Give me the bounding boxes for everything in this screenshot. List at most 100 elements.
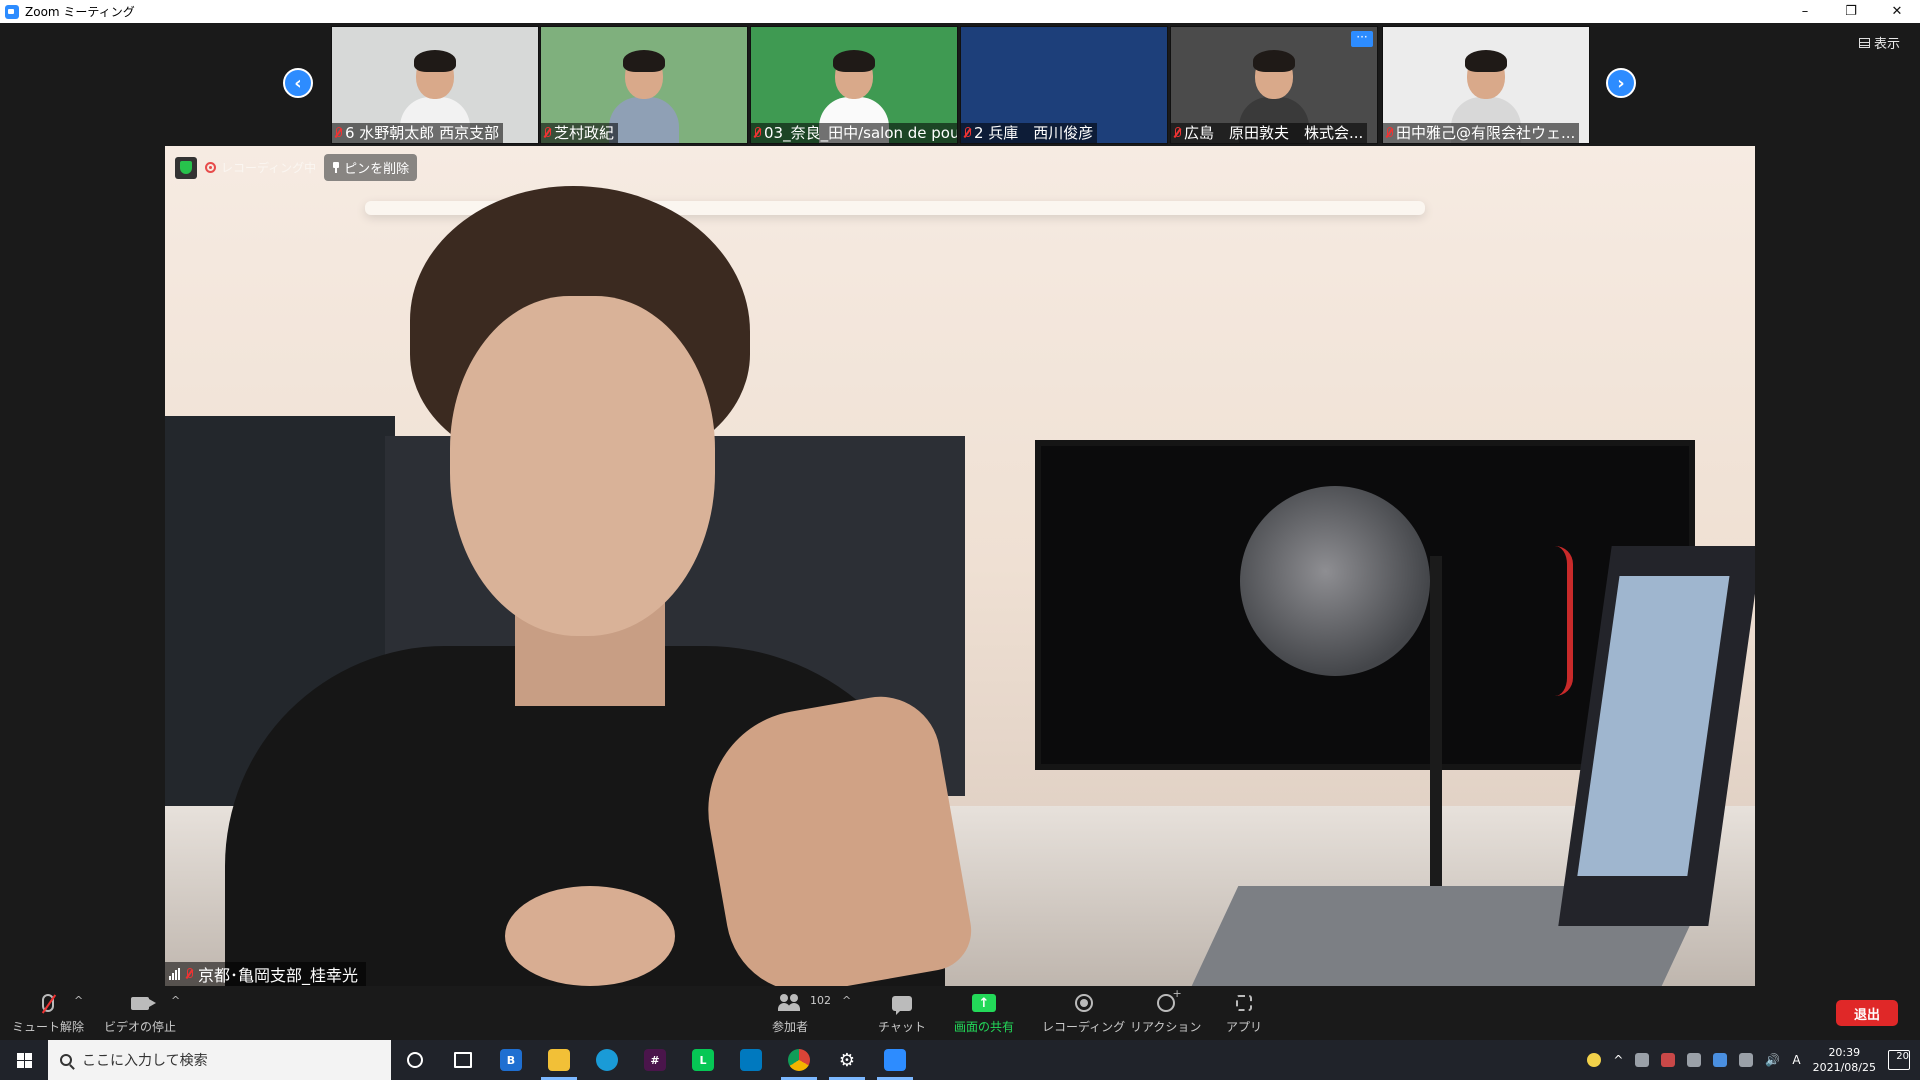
recording-label: レコーディング中 bbox=[221, 161, 317, 175]
view-grid-icon bbox=[1858, 37, 1870, 48]
chat-button[interactable]: チャット bbox=[878, 992, 926, 1035]
line-app-icon[interactable]: L bbox=[679, 1040, 727, 1080]
muted-mic-icon bbox=[753, 126, 761, 140]
main-speaker-video[interactable]: レコーディング中 ピンを削除 京都･亀岡支部_桂幸光 bbox=[165, 146, 1755, 986]
trello-icon[interactable] bbox=[727, 1040, 775, 1080]
security-shield-icon[interactable] bbox=[175, 156, 197, 179]
stop-video-label: ビデオの停止 bbox=[104, 1020, 177, 1034]
record-label: レコーディング bbox=[1042, 1020, 1126, 1034]
ime-indicator[interactable]: A bbox=[1792, 1053, 1800, 1067]
share-screen-icon: ↑ bbox=[972, 994, 996, 1012]
network-icon[interactable] bbox=[1687, 1053, 1702, 1067]
close-button[interactable]: ✕ bbox=[1874, 0, 1920, 23]
participant-name: 広島 原田敦夫 株式会... bbox=[1184, 124, 1364, 142]
ebook-app-icon[interactable]: B bbox=[487, 1040, 535, 1080]
mic-stand bbox=[1430, 556, 1442, 886]
recording-dot-icon bbox=[205, 162, 216, 173]
participant-tile[interactable]: 03_奈良_田中/salon de pou... bbox=[750, 26, 958, 144]
participant-name: 6 水野朝太郎 西京支部 bbox=[345, 124, 500, 142]
participant-name: 03_奈良_田中/salon de pou... bbox=[764, 124, 958, 142]
task-view-button[interactable] bbox=[439, 1040, 487, 1080]
apps-label: アプリ bbox=[1226, 1020, 1263, 1034]
prev-page-button[interactable]: ‹ bbox=[283, 68, 313, 98]
participant-name-tag: 芝村政紀 bbox=[541, 123, 619, 143]
taskbar-clock[interactable]: 20:39 2021/08/25 bbox=[1813, 1045, 1876, 1075]
edge-browser-icon[interactable] bbox=[583, 1040, 631, 1080]
leave-meeting-button[interactable]: 退出 bbox=[1836, 1000, 1898, 1026]
windows-start-button[interactable] bbox=[0, 1040, 48, 1080]
slack-icon[interactable]: # bbox=[631, 1040, 679, 1080]
tray-security-icon[interactable] bbox=[1661, 1053, 1676, 1067]
show-hidden-icons-chevron[interactable]: ^ bbox=[1613, 1053, 1623, 1067]
participant-name: 田中雅己@有限会社ウェ... bbox=[1396, 124, 1576, 142]
mic-muted-icon bbox=[42, 994, 54, 1012]
share-screen-button[interactable]: ↑ 画面の共有 bbox=[954, 992, 1014, 1035]
participant-video bbox=[609, 50, 679, 143]
window-title: Zoom ミーティング bbox=[25, 5, 135, 19]
tray-app-icon[interactable] bbox=[1635, 1053, 1650, 1067]
apps-button[interactable]: アプリ bbox=[1226, 992, 1262, 1035]
volume-icon[interactable]: 🔊 bbox=[1765, 1053, 1780, 1067]
audio-options-caret[interactable]: ^ bbox=[74, 994, 83, 1007]
video-options-caret[interactable]: ^ bbox=[171, 994, 180, 1007]
speaker-figure bbox=[195, 186, 1195, 986]
apps-icon bbox=[1236, 995, 1252, 1011]
window-titlebar: Zoom ミーティング – ❐ ✕ bbox=[0, 0, 1920, 23]
participant-name-tag: 広島 原田敦夫 株式会... bbox=[1171, 123, 1368, 143]
view-button[interactable]: 表示 bbox=[1858, 33, 1900, 52]
meeting-toolbar: ミュート解除 ^ ビデオの停止 ^ 参加者 102 ^ チャット ↑ 画面の共有… bbox=[0, 987, 1920, 1040]
reactions-button[interactable]: リアクション bbox=[1130, 987, 1202, 1035]
participant-tile[interactable]: 芝村政紀 bbox=[540, 26, 748, 144]
battery-icon[interactable] bbox=[1739, 1053, 1754, 1067]
participant-tile[interactable]: 2 兵庫 西川俊彦 bbox=[960, 26, 1168, 144]
windows-taskbar: ここに入力して検索 B # L ⚙ ^ 🔊 A 20:39 2021/08/25… bbox=[0, 1040, 1920, 1080]
next-page-button[interactable]: › bbox=[1606, 68, 1636, 98]
clock-time: 20:39 bbox=[1828, 1046, 1861, 1059]
minimize-button[interactable]: – bbox=[1782, 0, 1828, 23]
participant-tile[interactable]: 田中雅己@有限会社ウェ... bbox=[1382, 26, 1590, 144]
participant-tile[interactable]: ··· 広島 原田敦夫 株式会... bbox=[1170, 26, 1378, 144]
muted-mic-icon bbox=[1173, 126, 1181, 140]
cortana-button[interactable] bbox=[391, 1040, 439, 1080]
pin-icon bbox=[332, 162, 340, 173]
speaker-name-tag: 京都･亀岡支部_桂幸光 bbox=[165, 962, 367, 986]
participants-button[interactable]: 参加者 bbox=[772, 992, 808, 1035]
recording-indicator: レコーディング中 bbox=[205, 159, 316, 176]
participant-name: 2 兵庫 西川俊彦 bbox=[974, 124, 1094, 142]
stop-video-button[interactable]: ビデオの停止 bbox=[104, 992, 176, 1035]
system-tray: ^ 🔊 A 20:39 2021/08/25 20 bbox=[1587, 1045, 1920, 1075]
participant-name-tag: 6 水野朝太郎 西京支部 bbox=[332, 123, 504, 143]
unmute-label: ミュート解除 bbox=[12, 1020, 85, 1034]
muted-mic-icon bbox=[1385, 126, 1393, 140]
participant-name: 芝村政紀 bbox=[554, 124, 615, 142]
zoom-taskbar-icon[interactable] bbox=[871, 1040, 919, 1080]
dropbox-icon[interactable] bbox=[1713, 1053, 1728, 1067]
record-button[interactable]: レコーディング bbox=[1042, 992, 1125, 1035]
file-explorer-icon[interactable] bbox=[535, 1040, 583, 1080]
chat-label: チャット bbox=[878, 1020, 926, 1034]
notification-count: 20 bbox=[1896, 1051, 1909, 1062]
notification-center-icon[interactable]: 20 bbox=[1888, 1050, 1910, 1070]
reactions-label: リアクション bbox=[1130, 1020, 1202, 1034]
participants-icon bbox=[778, 994, 802, 1012]
speaker-name: 京都･亀岡支部_桂幸光 bbox=[198, 966, 359, 985]
night-light-icon[interactable] bbox=[1587, 1053, 1602, 1067]
muted-mic-icon bbox=[185, 967, 193, 981]
settings-gear-icon[interactable]: ⚙ bbox=[823, 1040, 871, 1080]
view-label: 表示 bbox=[1873, 37, 1900, 52]
reaction-smiley-icon bbox=[1156, 987, 1182, 1012]
participant-tile[interactable]: 6 水野朝太郎 西京支部 bbox=[331, 26, 539, 144]
share-screen-label: 画面の共有 bbox=[954, 1020, 1015, 1034]
video-overlay-controls: レコーディング中 ピンを削除 bbox=[175, 154, 418, 181]
participants-options-caret[interactable]: ^ bbox=[842, 994, 851, 1007]
restore-button[interactable]: ❐ bbox=[1828, 0, 1874, 23]
clock-date: 2021/08/25 bbox=[1812, 1061, 1876, 1074]
participant-name-tag: 田中雅己@有限会社ウェ... bbox=[1383, 123, 1580, 143]
microphone-windscreen bbox=[1240, 486, 1430, 676]
unpin-button[interactable]: ピンを削除 bbox=[324, 154, 418, 181]
taskbar-search-box[interactable]: ここに入力して検索 bbox=[48, 1040, 391, 1080]
zoom-app-icon bbox=[5, 4, 19, 19]
chrome-browser-icon[interactable] bbox=[775, 1040, 823, 1080]
mic-cable bbox=[1555, 546, 1573, 696]
more-options-icon[interactable]: ··· bbox=[1351, 31, 1373, 47]
